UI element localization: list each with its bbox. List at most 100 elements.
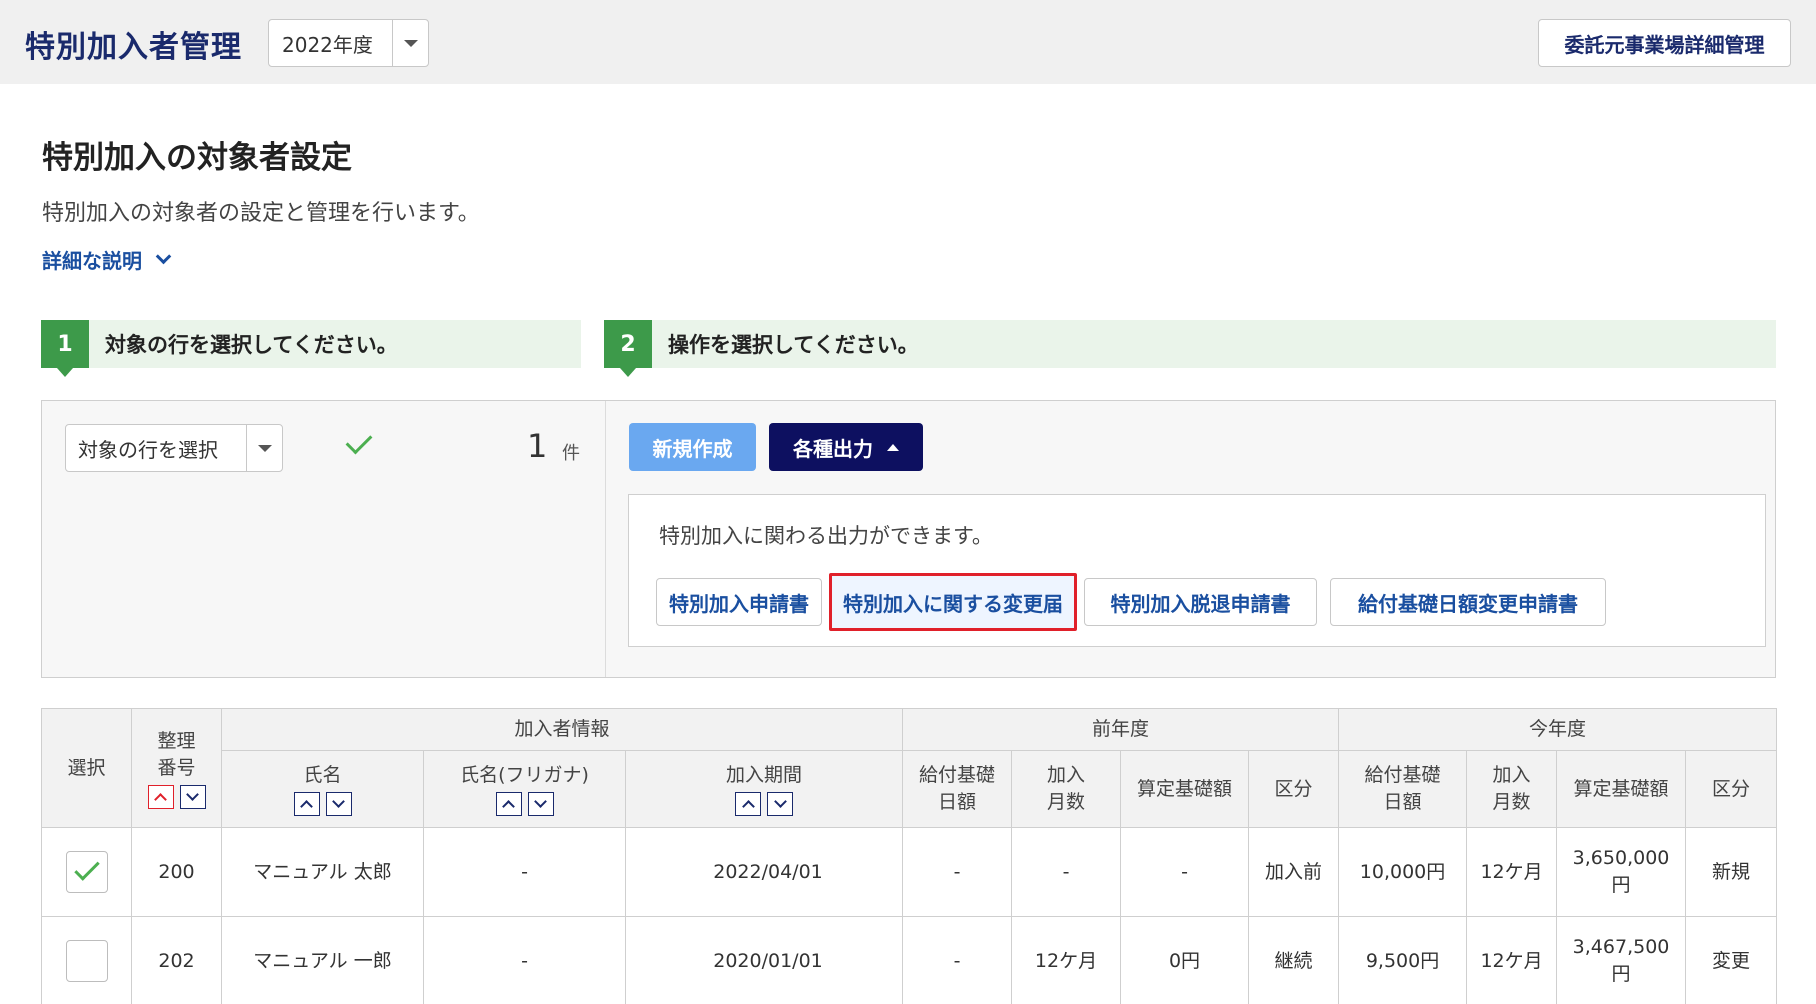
sort-asc-button[interactable] [293,792,320,816]
col-kana: 氏名(フリガナ) [423,750,626,828]
col-prev-daily-base-label: 給付基礎日額 [919,764,996,813]
cell-number: 200 [131,827,222,917]
output-dropdown-panel: 特別加入に関わる出力ができます。 特別加入申請書 特別加入に関する変更届 特別加… [628,494,1766,647]
col-number-label: 整理番号 [157,729,196,779]
sort-asc-button[interactable] [495,792,522,816]
table-row[interactable]: 200 マニュアル 太郎 - 2022/04/01 - - - 加入前 10,0… [41,827,1778,917]
cell-prev-calc-base: 0円 [1120,916,1250,1004]
col-name-label: 氏名 [303,764,342,786]
daily-base-change-button[interactable]: 給付基礎日額変更申請書 [1330,578,1606,626]
step-2-banner: 2 操作を選択してください。 [604,320,1776,377]
col-number: 整理番号 [131,708,222,828]
cell-period: 2022/04/01 [624,827,904,917]
panel-divider [605,401,606,677]
caret-up-icon [887,443,899,451]
cell-prev-months: - [1011,827,1122,917]
col-cur-calc-base: 算定基礎額 [1556,750,1687,828]
cell-cur-daily-base: 10,000円 [1338,827,1468,917]
cell-kana: - [423,827,626,917]
year-select-value: 2022年度 [282,32,373,57]
col-prev-category: 区分 [1248,750,1340,828]
cell-prev-category: 継続 [1248,916,1340,1004]
sort-desc-button[interactable] [325,792,352,816]
col-prev-months-label: 加入月数 [1047,764,1086,813]
page-description: 特別加入の対象者の設定と管理を行います。 [42,201,480,226]
operation-panel: 対象の行を選択 1 件 新規作成 各種出力 特別加入に関わる出力ができます。 特… [41,400,1776,678]
cell-prev-daily-base: - [902,916,1013,1004]
row-select-dropdown[interactable]: 対象の行を選択 [65,424,283,472]
cell-cur-category: 新規 [1685,827,1778,917]
col-kana-label: 氏名(フリガナ) [460,764,589,786]
cell-kana: - [423,916,626,1004]
cell-cur-calc-base-value: 3,467,500円 [1572,936,1670,985]
cell-prev-category: 加入前 [1248,827,1340,917]
app-header: 特別加入者管理 2022年度 委託元事業場詳細管理 [0,0,1816,84]
cell-cur-daily-base: 9,500円 [1338,916,1468,1004]
cell-cur-category: 変更 [1685,916,1778,1004]
col-select: 選択 [41,708,132,828]
col-name: 氏名 [221,750,424,828]
cell-name: マニュアル 太郎 [221,827,424,917]
cell-cur-months: 12ケ月 [1466,916,1558,1004]
sort-desc-button[interactable] [527,792,554,816]
row-checkbox[interactable] [65,851,108,893]
output-menu-button[interactable]: 各種出力 [769,423,923,471]
col-cur-daily-base: 給付基礎日額 [1338,750,1468,828]
selected-count: 1 [527,427,548,465]
table-row[interactable]: 202 マニュアル 一郎 - 2020/01/01 - 12ケ月 0円 継続 9… [41,916,1778,1004]
new-create-button[interactable]: 新規作成 [629,423,756,471]
year-select[interactable]: 2022年度 [268,19,429,67]
cell-name: マニュアル 一郎 [221,916,424,1004]
col-cur-months: 加入月数 [1466,750,1558,828]
cell-cur-calc-base-value: 3,650,000円 [1572,847,1670,896]
app-title: 特別加入者管理 [25,30,242,65]
col-prev-months: 加入月数 [1011,750,1122,828]
member-table: 選択 整理番号 加入者情報 前年度 今年度 氏名 氏名(フリガナ) 加入期間 給… [41,708,1778,1004]
sort-asc-button[interactable] [147,784,174,809]
cell-cur-calc-base: 3,467,500円 [1556,916,1687,1004]
group-this-year: 今年度 [1338,708,1778,751]
special-join-change-notice-button[interactable]: 特別加入に関する変更届 [829,573,1077,631]
chevron-down-icon [155,248,172,265]
cell-prev-calc-base: - [1120,827,1250,917]
col-cur-daily-base-label: 給付基礎日額 [1364,764,1441,813]
col-cur-category: 区分 [1685,750,1778,828]
cell-number: 202 [131,916,222,1004]
cell-cur-months: 12ケ月 [1466,827,1558,917]
col-cur-months-label: 加入月数 [1492,764,1531,813]
step-text: 操作を選択してください。 [668,333,919,357]
sort-desc-button[interactable] [179,784,206,809]
chevron-down-icon[interactable] [246,425,282,471]
cell-period: 2020/01/01 [624,916,904,1004]
step-text: 対象の行を選択してください。 [105,333,398,357]
check-icon [345,427,373,455]
cell-prev-months: 12ケ月 [1011,916,1122,1004]
detail-link-label: 詳細な説明 [42,249,142,273]
cell-cur-calc-base: 3,650,000円 [1556,827,1687,917]
chevron-down-icon[interactable] [392,20,428,66]
step-number: 2 [604,320,652,377]
cell-prev-daily-base: - [902,827,1013,917]
selected-count-unit: 件 [562,443,580,464]
sort-asc-button[interactable] [735,792,761,816]
row-select-cell [41,916,132,1004]
group-member-info: 加入者情報 [220,708,904,751]
page-title: 特別加入の対象者設定 [42,140,352,176]
output-description: 特別加入に関わる出力ができます。 [659,524,993,548]
check-icon [73,855,100,881]
special-join-application-button[interactable]: 特別加入申請書 [656,578,822,626]
sort-desc-button[interactable] [767,792,793,816]
group-prev-year: 前年度 [902,708,1340,751]
row-select-value: 対象の行を選択 [78,437,218,462]
step-number: 1 [41,320,89,377]
step-1-banner: 1 対象の行を選択してください。 [41,320,581,377]
special-join-withdrawal-button[interactable]: 特別加入脱退申請書 [1084,578,1317,626]
col-prev-daily-base: 給付基礎日額 [902,750,1013,828]
client-office-detail-button[interactable]: 委託元事業場詳細管理 [1538,19,1791,67]
detail-explanation-link[interactable]: 詳細な説明 [42,245,172,274]
col-prev-calc-base: 算定基礎額 [1120,750,1250,828]
col-period-label: 加入期間 [726,764,803,786]
row-select-cell [41,827,132,917]
row-checkbox[interactable] [65,940,108,982]
output-menu-label: 各種出力 [793,436,873,461]
